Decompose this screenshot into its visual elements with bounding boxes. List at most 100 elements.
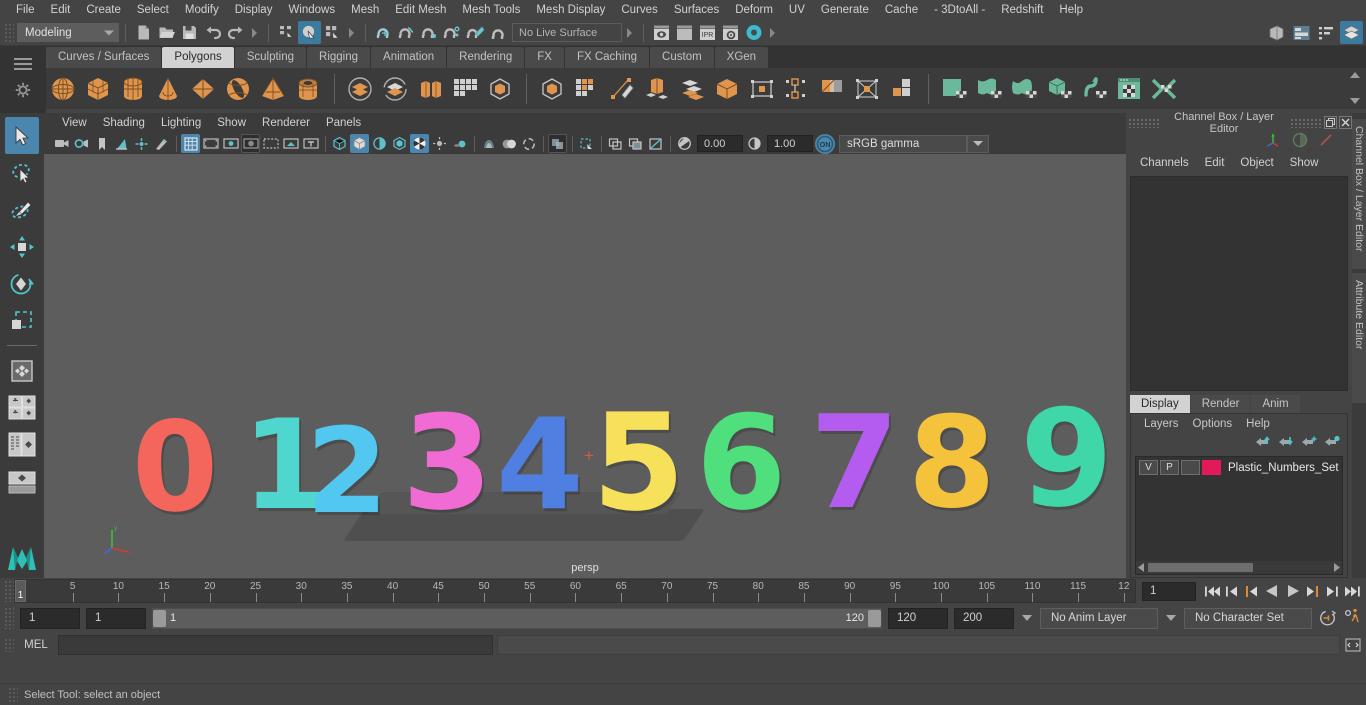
layer-tab-display[interactable]: Display: [1130, 395, 1190, 413]
expand-render-group-icon[interactable]: [768, 23, 777, 43]
script-editor-icon[interactable]: [1344, 635, 1362, 655]
channel-menu-show[interactable]: Show: [1282, 157, 1327, 169]
polygon-cone-icon[interactable]: [151, 72, 185, 106]
play-backwards-icon[interactable]: [1263, 581, 1282, 601]
viewport-menu-renderer[interactable]: Renderer: [254, 117, 318, 129]
shelf-tab-animation[interactable]: Animation: [371, 47, 447, 68]
layer-menu-options[interactable]: Options: [1186, 418, 1240, 430]
current-time-indicator[interactable]: 1: [15, 580, 26, 602]
render-current-frame-icon[interactable]: [650, 21, 673, 44]
camera-attributes-icon[interactable]: [72, 134, 91, 153]
grid-toggle-icon[interactable]: [181, 134, 200, 153]
viewport-menu-lighting[interactable]: Lighting: [153, 117, 209, 129]
step-back-frame-icon[interactable]: [1243, 581, 1262, 601]
separate-icon[interactable]: [448, 72, 482, 106]
step-forward-keyframe-icon[interactable]: [1323, 581, 1342, 601]
anim-layer-field[interactable]: No Anim Layer: [1040, 607, 1158, 629]
animation-preferences-icon[interactable]: [1343, 608, 1362, 628]
select-tool[interactable]: [5, 117, 39, 154]
viewport-menu-show[interactable]: Show: [209, 117, 254, 129]
scene-number-2[interactable]: 2: [306, 412, 388, 530]
four-view-layout[interactable]: [5, 389, 39, 426]
snap-to-projected-center-icon[interactable]: [441, 21, 464, 44]
range-slider[interactable]: 1 120: [152, 607, 882, 629]
expand-snap-group-icon[interactable]: [625, 23, 634, 43]
detach-icon[interactable]: [815, 72, 849, 106]
new-layer-from-selected-icon[interactable]: [1324, 435, 1341, 453]
play-forwards-icon[interactable]: [1283, 581, 1302, 601]
shelf-tab-fx-caching[interactable]: FX Caching: [564, 47, 650, 68]
film-origin-icon[interactable]: [261, 134, 280, 153]
menu-surfaces[interactable]: Surfaces: [666, 0, 727, 20]
uv-automatic-icon[interactable]: [1042, 72, 1076, 106]
bridge-icon[interactable]: [675, 72, 709, 106]
panel-gripper[interactable]: [1128, 117, 1160, 128]
boolean-union-icon[interactable]: [343, 72, 377, 106]
wireframe-icon[interactable]: [330, 134, 349, 153]
scale-tool[interactable]: [5, 302, 39, 339]
auto-keyframe-toggle-icon[interactable]: [1318, 608, 1337, 628]
snap-to-curve-icon[interactable]: [395, 21, 418, 44]
xray-icon[interactable]: [548, 134, 567, 153]
channel-menu-edit[interactable]: Edit: [1197, 157, 1233, 169]
expand-file-group-icon[interactable]: [250, 23, 259, 43]
depth-of-field-icon[interactable]: [499, 134, 518, 153]
safe-action-icon[interactable]: [281, 134, 300, 153]
rotate-tool[interactable]: [5, 265, 39, 302]
motion-blur-icon[interactable]: [450, 134, 469, 153]
menu-help[interactable]: Help: [1051, 0, 1091, 20]
layer-playback-toggle[interactable]: P: [1160, 460, 1179, 475]
move-layer-down-icon[interactable]: [1278, 435, 1295, 453]
scene-number-8[interactable]: 8: [908, 400, 996, 526]
smooth-icon[interactable]: [483, 72, 517, 106]
time-slider[interactable]: 1 5 10 15 20 25 30 35 40 45 50 55 60 65 70 75 80 85 90 95 1…: [14, 579, 1136, 603]
hscroll-thumb[interactable]: [1148, 563, 1253, 572]
bevel-icon[interactable]: [640, 72, 674, 106]
menu-set-selector[interactable]: Modeling: [17, 23, 119, 42]
shelf-tab-polygons[interactable]: Polygons: [162, 47, 234, 68]
menu-generate[interactable]: Generate: [813, 0, 877, 20]
quadrangulate-icon[interactable]: [885, 72, 919, 106]
title-safe-icon[interactable]: [301, 134, 320, 153]
select-by-object-type-icon[interactable]: [298, 21, 321, 44]
polygon-plane-icon[interactable]: [186, 72, 220, 106]
scene-number-3[interactable]: 3: [402, 398, 492, 528]
command-output-field[interactable]: [497, 635, 1340, 655]
status-bar-gripper[interactable]: [8, 686, 18, 703]
render-sequence-icon[interactable]: [673, 21, 696, 44]
save-scene-icon[interactable]: [178, 21, 201, 44]
menu-edit[interactable]: Edit: [43, 0, 79, 20]
shade-and-texture-icon[interactable]: [370, 134, 389, 153]
resolution-gate-icon[interactable]: [221, 134, 240, 153]
shelf-scroll-up-icon[interactable]: [1350, 72, 1360, 78]
vertical-tab-channel-box[interactable]: Channel Box / Layer Editor: [1352, 119, 1366, 269]
select-camera-icon[interactable]: [52, 134, 71, 153]
channel-box-list[interactable]: [1130, 176, 1348, 391]
redo-icon[interactable]: [224, 21, 247, 44]
layer-menu-layers[interactable]: Layers: [1137, 418, 1186, 430]
combine-icon[interactable]: [413, 72, 447, 106]
uv-planar-icon[interactable]: [937, 72, 971, 106]
color-management-toggle-icon[interactable]: ON: [815, 133, 835, 154]
scene-number-9[interactable]: 9: [1020, 392, 1113, 526]
last-tool-used[interactable]: [5, 352, 39, 389]
menu-curves[interactable]: Curves: [613, 0, 665, 20]
boolean-difference-icon[interactable]: [378, 72, 412, 106]
smooth-shade-all-icon[interactable]: [350, 134, 369, 153]
step-back-keyframe-icon[interactable]: [1223, 581, 1242, 601]
mirror-icon[interactable]: [535, 72, 569, 106]
clock-icon[interactable]: [1292, 132, 1308, 153]
2d-pan-zoom-icon[interactable]: [132, 134, 151, 153]
make-live-icon[interactable]: [487, 21, 510, 44]
show-hide-channel-box-icon[interactable]: [1340, 21, 1363, 44]
channel-menu-object[interactable]: Object: [1232, 157, 1281, 169]
layer-tab-anim[interactable]: Anim: [1251, 395, 1300, 413]
scene-number-4[interactable]: 4: [496, 402, 584, 528]
gamma-field[interactable]: 1.00: [767, 135, 813, 152]
scene-number-0[interactable]: 0: [131, 395, 220, 540]
layer-color-swatch[interactable]: [1202, 460, 1221, 475]
grease-pencil-icon[interactable]: [152, 134, 171, 153]
scroll-left-icon[interactable]: [1136, 561, 1147, 574]
3d-viewport[interactable]: 0123456789 + y x z persp: [44, 154, 1126, 578]
vertical-tab-attribute-editor[interactable]: Attribute Editor: [1352, 273, 1366, 403]
